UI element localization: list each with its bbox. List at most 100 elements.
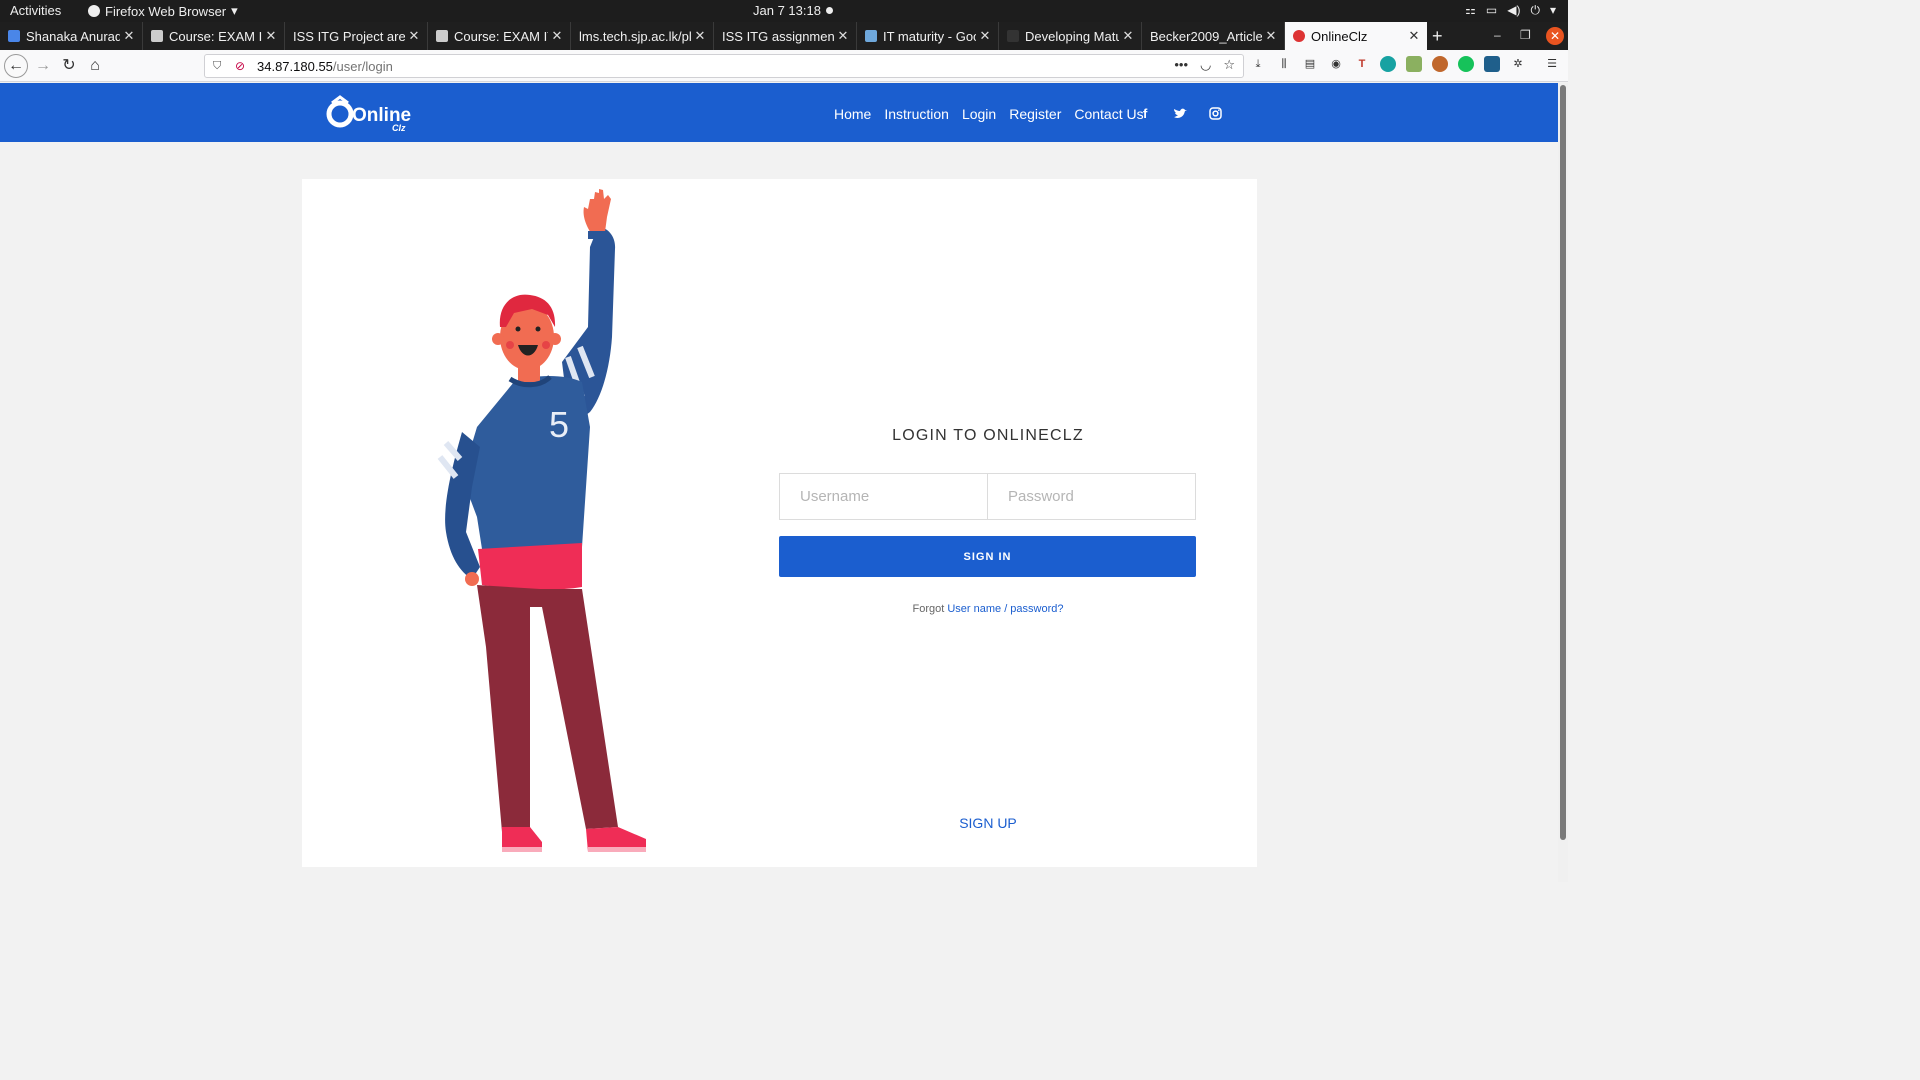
menu-hamburger-icon[interactable]: ☰: [1544, 56, 1560, 72]
angular-favicon-icon: [1293, 30, 1305, 42]
bookmark-star-icon[interactable]: ☆: [1223, 57, 1235, 73]
grammarly-icon[interactable]: [1458, 56, 1474, 72]
close-tab-icon[interactable]: ✕: [1405, 28, 1423, 44]
caret-down-icon: ▾: [231, 3, 238, 18]
account-icon[interactable]: ◉: [1328, 56, 1344, 72]
sign-up-link[interactable]: SIGN UP: [780, 815, 1196, 831]
window-close-button[interactable]: ✕: [1546, 27, 1564, 45]
twitter-icon[interactable]: [1173, 108, 1187, 120]
close-tab-icon[interactable]: ✕: [548, 28, 566, 44]
tab-title: OnlineClz: [1311, 28, 1368, 44]
downloads-icon[interactable]: ⤓: [1250, 56, 1266, 72]
volume-icon: ◀): [1507, 3, 1521, 17]
reload-button[interactable]: ↻: [57, 54, 81, 78]
login-card: 5 LOGIN TO ONLINECLZ SIGN IN Forgot User…: [302, 179, 1257, 867]
close-tab-icon[interactable]: ✕: [405, 28, 423, 44]
credentials-row: [779, 473, 1196, 520]
url-host: 34.87.180.55: [257, 58, 333, 74]
close-tab-icon[interactable]: ✕: [120, 28, 138, 44]
extension-icon[interactable]: [1380, 56, 1396, 72]
app-menu[interactable]: Firefox Web Browser ▾: [88, 3, 238, 19]
login-title: LOGIN TO ONLINECLZ: [892, 427, 1084, 444]
logo-subtext: Clz: [392, 123, 406, 133]
minimize-icon[interactable]: –: [1494, 28, 1501, 42]
tracking-shield-icon[interactable]: ⛉: [213, 60, 227, 73]
username-input[interactable]: [780, 474, 988, 519]
library-icon[interactable]: ⫼: [1276, 56, 1292, 72]
browser-tab[interactable]: ISS ITG assignment.p ✕: [714, 22, 857, 50]
tab-title: Shanaka Anuradh: [26, 28, 120, 44]
new-tab-button[interactable]: +: [1432, 26, 1443, 46]
tab-title: ISS ITG Project area: [293, 28, 405, 44]
app-menu-label: Firefox Web Browser: [105, 3, 227, 19]
extensions-puzzle-icon[interactable]: ✲: [1510, 56, 1526, 72]
browser-tab[interactable]: Course: EXAM IT ✕: [143, 22, 285, 50]
page-scrollbar[interactable]: [1558, 83, 1568, 882]
restore-icon[interactable]: ❐: [1520, 28, 1531, 42]
forward-button[interactable]: →: [31, 54, 55, 78]
browser-tab[interactable]: ISS ITG Project area ✕: [285, 22, 428, 50]
tab-title: IT maturity - Goo: [883, 28, 976, 44]
jersey-number: 5: [549, 404, 569, 445]
browser-tab[interactable]: Course: EXAM IT ✕: [428, 22, 571, 50]
tab-title: Developing Matu: [1025, 28, 1119, 44]
caret-down-icon: ▾: [1549, 3, 1556, 17]
close-tab-icon[interactable]: ✕: [1119, 28, 1137, 44]
page-actions-icon[interactable]: •••: [1174, 57, 1188, 73]
back-button[interactable]: ←: [4, 54, 28, 78]
nav-contact-us[interactable]: Contact Us: [1074, 106, 1143, 122]
notification-dot-icon: [826, 7, 833, 14]
password-input[interactable]: [988, 474, 1195, 519]
browser-tab[interactable]: Shanaka Anuradh ✕: [0, 22, 143, 50]
nav-home[interactable]: Home: [834, 106, 871, 122]
waving-man-illustration: 5: [437, 189, 646, 852]
system-top-bar: Activities Firefox Web Browser ▾ Jan 7 1…: [0, 0, 1568, 22]
url-path: /user/login: [332, 58, 393, 74]
url-bar[interactable]: ⛉ ⊘ 34.87.180.55 /user/login ••• ◡ ☆: [204, 54, 1244, 78]
browser-tab[interactable]: lms.tech.sjp.ac.lk/pl ✕: [571, 22, 714, 50]
site-header: Online Clz Home Instruction Login Regist…: [0, 83, 1558, 142]
close-tab-icon[interactable]: ✕: [834, 28, 852, 44]
forgot-credentials: Forgot User name / password?: [780, 603, 1196, 615]
pocket-icon[interactable]: ◡: [1200, 57, 1211, 73]
clock[interactable]: Jan 7 13:18: [753, 3, 821, 18]
close-tab-icon[interactable]: ✕: [262, 28, 280, 44]
browser-tab-active[interactable]: OnlineClz ✕: [1285, 22, 1427, 50]
system-tray[interactable]: ⚏ ▭ ◀) ⏻ ▾: [1465, 3, 1556, 18]
text-extension-icon[interactable]: T: [1354, 56, 1370, 72]
activities-button[interactable]: Activities: [10, 3, 61, 18]
forgot-prefix: Forgot: [912, 603, 948, 615]
browser-tab[interactable]: Becker2009_Article ✕: [1142, 22, 1285, 50]
browser-tab[interactable]: Developing Matu ✕: [999, 22, 1142, 50]
instagram-icon[interactable]: [1209, 107, 1222, 120]
scholar-favicon-icon: [865, 30, 877, 42]
home-button[interactable]: ⌂: [83, 54, 107, 78]
power-icon: ⏻: [1530, 3, 1540, 17]
tab-title: Becker2009_Article: [1150, 28, 1262, 44]
sign-in-button[interactable]: SIGN IN: [779, 536, 1196, 577]
facebook-icon[interactable]: f: [1143, 106, 1147, 121]
sidebar-icon[interactable]: ▤: [1302, 56, 1318, 72]
moodle-favicon-icon: [436, 30, 448, 42]
tab-title: Course: EXAM IT: [454, 28, 548, 44]
browser-tab[interactable]: IT maturity - Goo ✕: [857, 22, 999, 50]
nav-instruction[interactable]: Instruction: [884, 106, 949, 122]
onlineclz-logo[interactable]: Online Clz: [326, 93, 412, 133]
scrollbar-thumb[interactable]: [1560, 85, 1566, 840]
tab-title: Course: EXAM IT: [169, 28, 262, 44]
vpn-icon: ▭: [1485, 3, 1498, 17]
extension-icon[interactable]: [1406, 56, 1422, 72]
nav-register[interactable]: Register: [1009, 106, 1061, 122]
forgot-credentials-link[interactable]: User name / password?: [947, 603, 1063, 615]
tab-title: lms.tech.sjp.ac.lk/pl: [579, 28, 691, 44]
tab-title: ISS ITG assignment.p: [722, 28, 834, 44]
extension-toolbar: ⤓ ⫼ ▤ ◉ T ✲ ☰: [1250, 56, 1560, 72]
close-tab-icon[interactable]: ✕: [976, 28, 994, 44]
extension-icon[interactable]: [1484, 56, 1500, 72]
site-nav: Home Instruction Login Register Contact …: [834, 106, 1157, 122]
nav-login[interactable]: Login: [962, 106, 996, 122]
insecure-lock-icon[interactable]: ⊘: [235, 59, 249, 73]
extension-icon[interactable]: [1432, 56, 1448, 72]
close-tab-icon[interactable]: ✕: [691, 28, 709, 44]
close-tab-icon[interactable]: ✕: [1262, 28, 1280, 44]
